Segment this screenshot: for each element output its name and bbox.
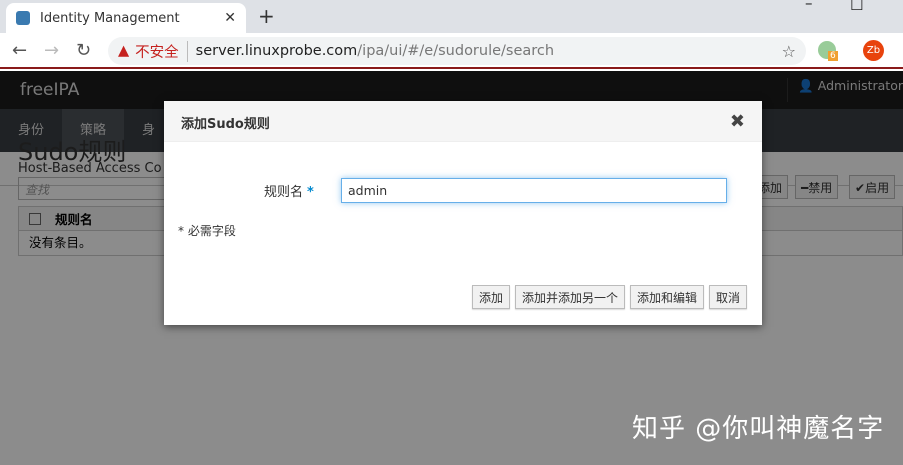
back-icon[interactable]: ← xyxy=(12,40,27,61)
add-and-add-another-button[interactable]: 添加并添加另一个 xyxy=(515,285,626,309)
insecure-label[interactable]: 不安全 xyxy=(135,40,188,62)
reload-icon[interactable]: ↻ xyxy=(76,40,91,61)
warning-icon: ▲ xyxy=(118,43,130,59)
address-bar-row: ← → ↻ ▲ 不安全 server.linuxprobe.com/ipa/ui… xyxy=(0,33,903,69)
new-tab-button[interactable]: + xyxy=(258,4,275,28)
tab-bar: Identity Management ✕ + – ☐ xyxy=(0,0,903,33)
freeipa-favicon-icon xyxy=(16,11,30,25)
cancel-button[interactable]: 取消 xyxy=(709,285,748,309)
rule-name-label: 规则名 * xyxy=(264,181,314,200)
dialog-title: 添加Sudo规则 xyxy=(181,117,270,132)
url-bar[interactable]: ▲ 不安全 server.linuxprobe.com/ipa/ui/#/e/s… xyxy=(108,37,806,65)
close-icon[interactable]: ✖ xyxy=(730,111,745,132)
tab-title: Identity Management xyxy=(40,10,180,26)
watermark: 知乎 @你叫神魔名字 xyxy=(632,414,885,444)
forward-icon[interactable]: → xyxy=(44,40,59,61)
browser-tab[interactable]: Identity Management ✕ xyxy=(6,3,246,33)
add-button[interactable]: 添加 xyxy=(472,285,511,309)
tab-close-icon[interactable]: ✕ xyxy=(224,10,236,26)
minimize-button[interactable]: – xyxy=(805,0,813,12)
extension-badge: 6 xyxy=(828,51,838,61)
url-path: /ipa/ui/#/e/sudorule/search xyxy=(357,43,555,59)
rule-name-input[interactable] xyxy=(341,178,727,203)
rule-name-label-text: 规则名 xyxy=(264,185,304,200)
dialog-header: 添加Sudo规则 ✖ xyxy=(164,101,762,142)
maximize-button[interactable]: ☐ xyxy=(850,0,863,14)
bookmark-star-icon[interactable]: ☆ xyxy=(782,42,796,61)
url-host: server.linuxprobe.com xyxy=(195,43,358,59)
add-and-edit-button[interactable]: 添加和编辑 xyxy=(630,285,705,309)
required-note: * 必需字段 xyxy=(178,224,236,238)
profile-avatar[interactable]: Zb xyxy=(863,40,884,61)
add-sudo-rule-dialog: 添加Sudo规则 ✖ 规则名* * 必需字段 添加 添加并添加另一个 添加和编辑… xyxy=(164,101,762,325)
required-asterisk: * xyxy=(307,185,314,200)
